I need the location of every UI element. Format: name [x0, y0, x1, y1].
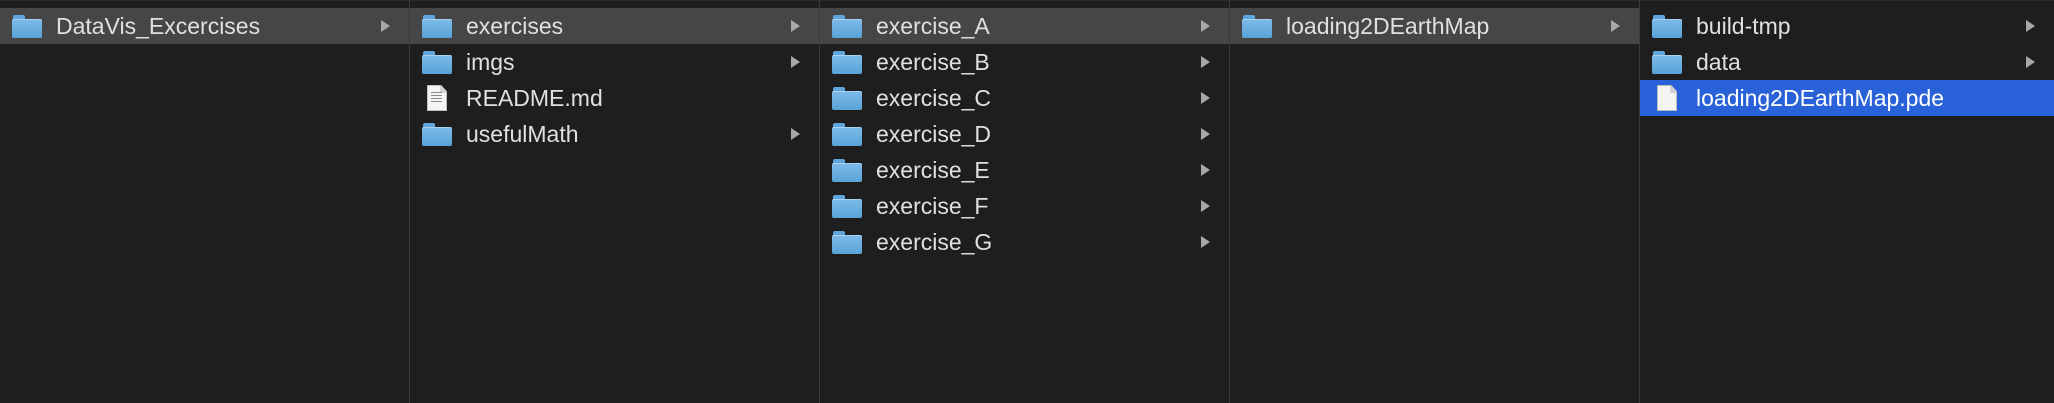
list-item-data[interactable]: data: [1640, 44, 2054, 80]
folder-icon: [832, 122, 862, 146]
disclosure-arrow-icon: [381, 20, 399, 32]
column-3[interactable]: exercise_A exercise_B exercise_C exercise_D…: [820, 1, 1230, 403]
item-label: exercise_G: [876, 228, 993, 255]
item-label: exercise_E: [876, 156, 990, 183]
list-item-build-tmp[interactable]: build-tmp: [1640, 8, 2054, 44]
item-label: DataVis_Excercises: [56, 12, 261, 39]
folder-icon: [1242, 14, 1272, 38]
folder-icon: [422, 50, 452, 74]
disclosure-arrow-icon: [2026, 20, 2044, 32]
list-item-exercise-e[interactable]: exercise_E: [820, 152, 1229, 188]
item-label: data: [1696, 48, 1741, 75]
disclosure-arrow-icon: [1201, 200, 1219, 212]
disclosure-arrow-icon: [791, 128, 809, 140]
item-label: exercise_B: [876, 48, 990, 75]
item-label: exercise_F: [876, 192, 989, 219]
list-item-exercise-g[interactable]: exercise_G: [820, 224, 1229, 260]
folder-icon: [832, 14, 862, 38]
list-item-imgs[interactable]: imgs: [410, 44, 819, 80]
folder-icon: [832, 50, 862, 74]
disclosure-arrow-icon: [1201, 20, 1219, 32]
item-label: loading2DEarthMap: [1286, 12, 1490, 39]
disclosure-arrow-icon: [1201, 236, 1219, 248]
list-item-readme-md[interactable]: README.md: [410, 80, 819, 116]
folder-icon: [1652, 14, 1682, 38]
item-label: imgs: [466, 48, 515, 75]
folder-icon: [12, 14, 42, 38]
folder-icon: [832, 158, 862, 182]
disclosure-arrow-icon: [1201, 164, 1219, 176]
disclosure-arrow-icon: [1201, 56, 1219, 68]
item-label: usefulMath: [466, 120, 579, 147]
item-label: loading2DEarthMap.pde: [1696, 84, 1945, 111]
folder-icon: [832, 194, 862, 218]
list-item-usefulmath[interactable]: usefulMath: [410, 116, 819, 152]
item-label: build-tmp: [1696, 12, 1791, 39]
disclosure-arrow-icon: [1201, 128, 1219, 140]
disclosure-arrow-icon: [791, 20, 809, 32]
item-label: exercise_D: [876, 120, 992, 147]
list-item-exercise-a[interactable]: exercise_A: [820, 8, 1229, 44]
column-2[interactable]: exercises imgs README.md usefulMath: [410, 1, 820, 403]
list-item-datavis-excercises[interactable]: DataVis_Excercises: [0, 8, 409, 44]
folder-icon: [422, 14, 452, 38]
folder-icon: [832, 86, 862, 110]
disclosure-arrow-icon: [2026, 56, 2044, 68]
list-item-exercise-c[interactable]: exercise_C: [820, 80, 1229, 116]
list-item-loading2dearthmap[interactable]: loading2DEarthMap: [1230, 8, 1639, 44]
disclosure-arrow-icon: [1201, 92, 1219, 104]
column-4[interactable]: loading2DEarthMap: [1230, 1, 1640, 403]
list-item-loading2dearthmap-pde[interactable]: loading2DEarthMap.pde: [1640, 80, 2054, 116]
item-label: exercise_A: [876, 12, 990, 39]
text-file-icon: [427, 85, 447, 111]
disclosure-arrow-icon: [1611, 20, 1629, 32]
column-1[interactable]: DataVis_Excercises: [0, 1, 410, 403]
item-label: exercise_C: [876, 84, 992, 111]
item-label: exercises: [466, 12, 564, 39]
list-item-exercise-d[interactable]: exercise_D: [820, 116, 1229, 152]
folder-icon: [422, 122, 452, 146]
list-item-exercises[interactable]: exercises: [410, 8, 819, 44]
item-label: README.md: [466, 84, 603, 111]
folder-icon: [832, 230, 862, 254]
disclosure-arrow-icon: [791, 56, 809, 68]
column-5[interactable]: build-tmp data loading2DEarthMap.pde: [1640, 1, 2054, 403]
folder-icon: [1652, 50, 1682, 74]
column-browser: DataVis_Excercises exercises imgs README.m…: [0, 0, 2054, 403]
list-item-exercise-b[interactable]: exercise_B: [820, 44, 1229, 80]
document-icon: [1657, 85, 1677, 111]
list-item-exercise-f[interactable]: exercise_F: [820, 188, 1229, 224]
